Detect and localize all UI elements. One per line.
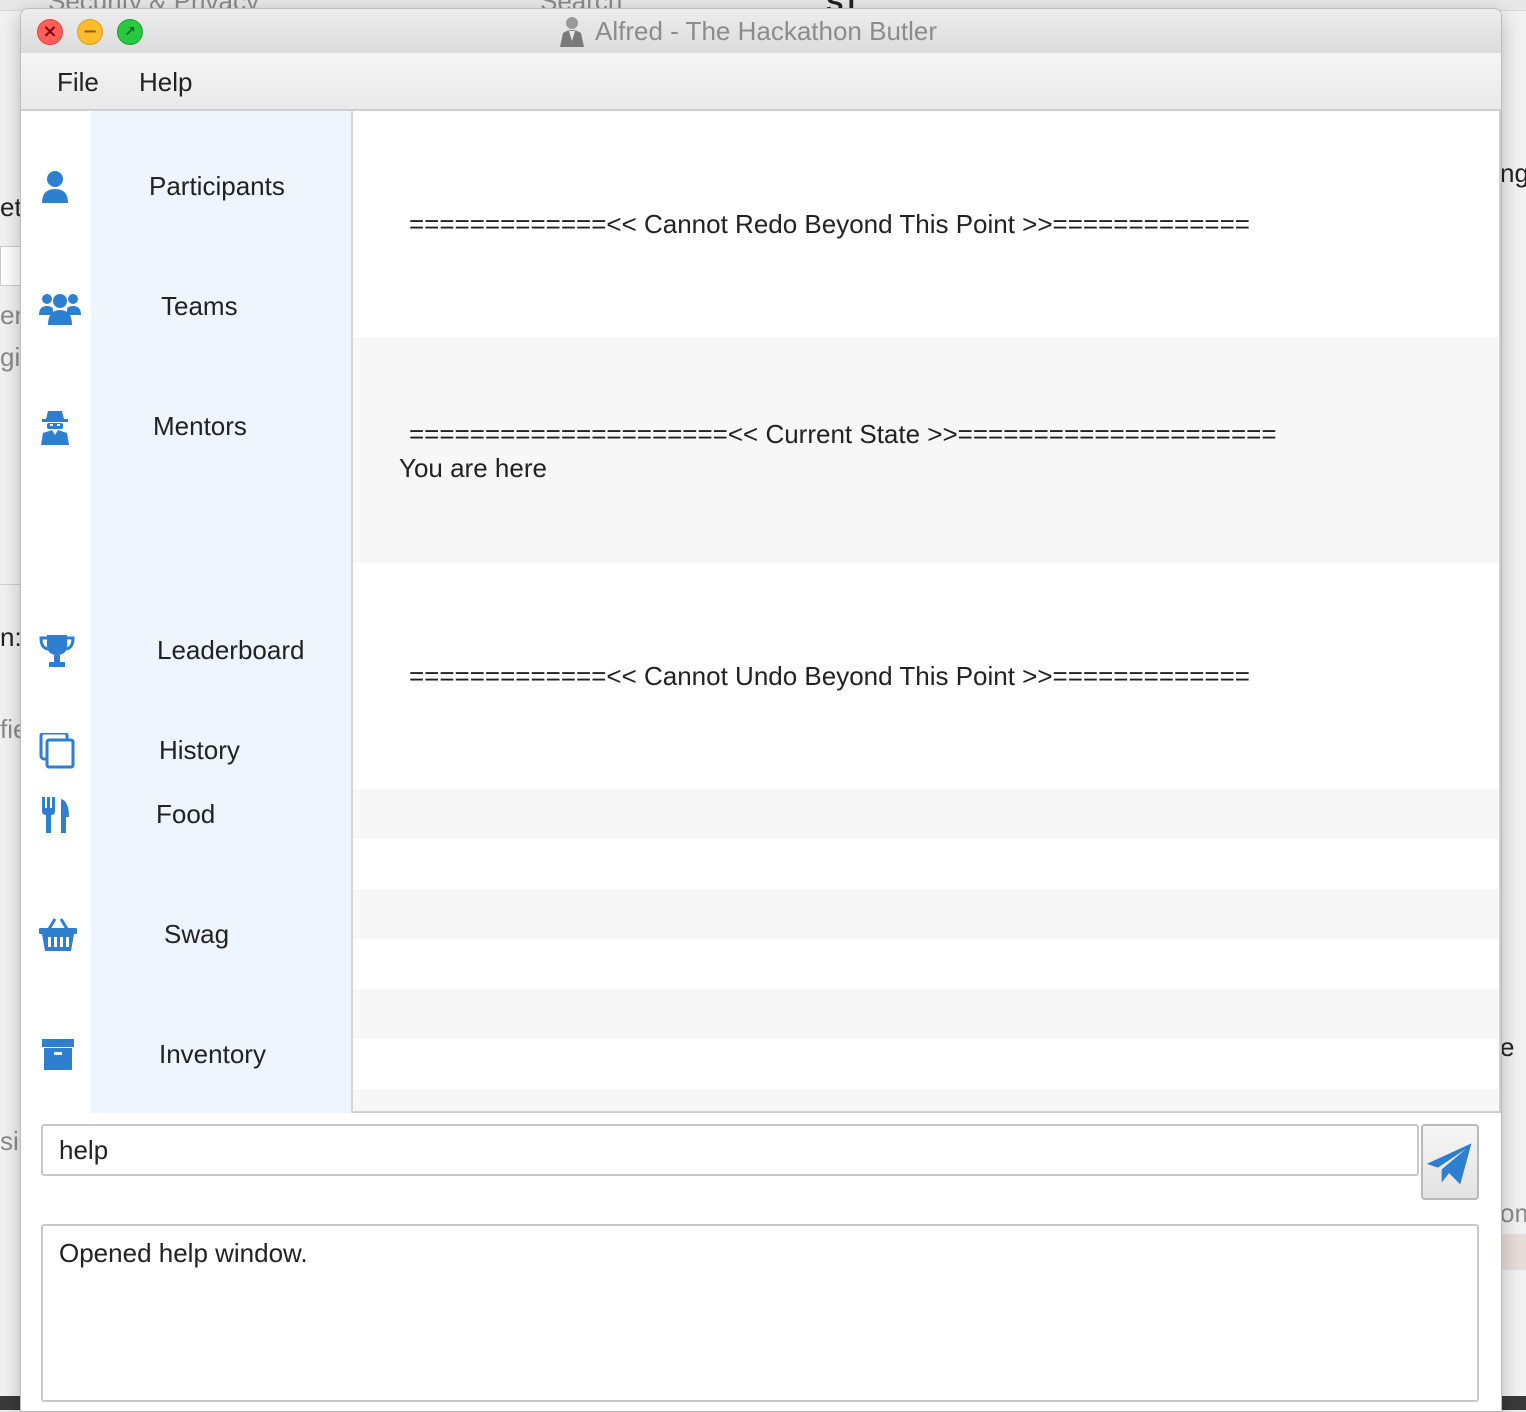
sidebar-item-label: Teams: [161, 291, 238, 321]
history-entry-text: =====================<< Current State >>…: [409, 419, 1277, 449]
minimize-window-button[interactable]: −: [77, 19, 103, 45]
background-text: gi: [0, 342, 21, 372]
sidebar-item-label: Inventory: [159, 1039, 266, 1069]
maximize-icon: ↗: [124, 24, 136, 40]
user-icon: [42, 171, 68, 203]
history-entry-text: =============<< Cannot Redo Beyond This …: [409, 209, 1250, 239]
window-title: Alfred - The Hackathon Butler: [595, 15, 938, 46]
close-window-button[interactable]: ×: [37, 19, 63, 45]
sidebar-item-label: Participants: [149, 171, 285, 201]
background-swatch: [1500, 1234, 1526, 1270]
window-title-group: Alfred - The Hackathon Butler: [557, 15, 937, 47]
result-display[interactable]: Opened help window.: [41, 1224, 1479, 1402]
history-entry[interactable]: =============<< Cannot Redo Beyond This …: [353, 111, 1499, 337]
sidebar-item-label: History: [159, 735, 240, 765]
command-input[interactable]: [41, 1124, 1419, 1176]
butler-icon: [560, 17, 584, 47]
menu-bar: File Help: [21, 53, 1501, 111]
sidebar-item-label: Mentors: [153, 411, 247, 441]
background-text: om: [1500, 1198, 1526, 1228]
sidebar-item-participants[interactable]: Participants: [21, 157, 351, 217]
empty-row: [353, 989, 1499, 1039]
panel-border: [353, 1111, 1501, 1113]
background-text: n:: [0, 622, 22, 652]
background-text: et: [0, 192, 22, 222]
utensils-icon: [42, 797, 69, 833]
user-secret-icon: [41, 411, 69, 445]
sidebar-item-mentors[interactable]: Mentors: [21, 397, 351, 457]
menu-help[interactable]: Help: [139, 67, 192, 98]
sidebar: Participants Teams Mentors Leaderboard H…: [21, 111, 351, 1113]
sidebar-item-history[interactable]: History: [21, 721, 351, 781]
background-divider: [0, 584, 20, 585]
title-bar: × − ↗ Alfred - The Hackathon Butler: [21, 9, 1501, 53]
empty-row: [353, 1089, 1499, 1113]
empty-row: [353, 789, 1499, 839]
background-text: e: [1500, 1032, 1515, 1062]
trophy-icon: [39, 635, 75, 667]
copy-icon: [39, 733, 75, 769]
minimize-icon: −: [82, 21, 98, 42]
sidebar-item-inventory[interactable]: Inventory: [21, 1025, 351, 1085]
archive-icon: [42, 1039, 74, 1070]
sidebar-item-label: Food: [156, 799, 216, 829]
history-entry[interactable]: =====================<< Current State >>…: [353, 337, 1499, 563]
sidebar-item-label: Swag: [164, 919, 230, 949]
empty-row: [353, 1039, 1499, 1089]
paper-plane-icon: [1426, 1143, 1472, 1185]
empty-row: [353, 889, 1499, 939]
history-panel: =============<< Cannot Redo Beyond This …: [353, 111, 1499, 1113]
history-entry-subtext: You are here: [399, 453, 547, 483]
shopping-basket-icon: [39, 918, 77, 951]
sidebar-item-food[interactable]: Food: [21, 785, 351, 845]
sidebar-item-teams[interactable]: Teams: [21, 277, 351, 337]
menu-file[interactable]: File: [57, 67, 99, 98]
background-text: ng: [1500, 158, 1526, 188]
sidebar-item-swag[interactable]: Swag: [21, 905, 351, 965]
history-entry[interactable]: =============<< Cannot Undo Beyond This …: [353, 563, 1499, 789]
background-field: [0, 246, 22, 286]
sidebar-item-leaderboard[interactable]: Leaderboard: [21, 621, 351, 681]
empty-row: [353, 839, 1499, 889]
alfred-window: × − ↗ Alfred - The Hackathon Butler File…: [20, 8, 1502, 1412]
empty-row: [353, 939, 1499, 989]
maximize-window-button[interactable]: ↗: [117, 19, 143, 45]
close-icon: ×: [42, 21, 58, 42]
panel-border: [1499, 111, 1501, 1113]
history-entry-text: =============<< Cannot Undo Beyond This …: [409, 661, 1250, 691]
result-text: Opened help window.: [59, 1238, 308, 1268]
users-icon: [39, 294, 81, 325]
send-button[interactable]: [1421, 1124, 1479, 1200]
background-text: si: [0, 1126, 19, 1156]
sidebar-item-label: Leaderboard: [157, 635, 305, 665]
